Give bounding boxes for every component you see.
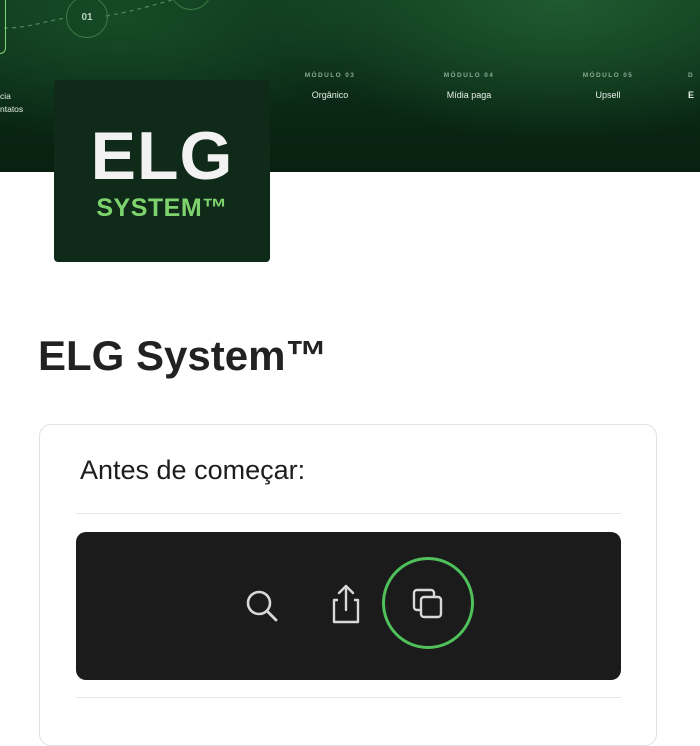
highlight-ring — [382, 557, 474, 649]
module-label: MÓDULO 03 — [304, 72, 356, 79]
logo-sub-text: SYSTEM™ — [96, 193, 228, 222]
left-caption: cia ntatos — [0, 90, 23, 116]
module-03: MÓDULO 03 Orgânico — [270, 72, 390, 100]
module-06: D E — [688, 72, 700, 100]
module-name: Orgânico — [311, 90, 349, 100]
left-caption-line2: ntatos — [0, 104, 24, 114]
module-name: E — [688, 90, 695, 100]
module-name: Mídia paga — [446, 90, 492, 100]
divider — [76, 697, 621, 698]
course-logo: ELG SYSTEM™ — [54, 80, 270, 262]
instruction-image — [76, 532, 621, 680]
module-label: MÓDULO 04 — [443, 72, 495, 79]
module-marker-box — [0, 0, 6, 54]
module-label: D — [688, 72, 695, 79]
module-label: MÓDULO 05 — [582, 72, 634, 79]
module-04: MÓDULO 04 Mídia paga — [409, 72, 529, 100]
page-title: ELG System™ — [38, 332, 328, 379]
card-heading: Antes de começar: — [80, 455, 306, 485]
divider — [76, 513, 621, 514]
share-icon[interactable] — [324, 580, 368, 628]
logo-main-text: ELG — [90, 117, 234, 194]
module-name: Upsell — [595, 90, 621, 100]
search-icon[interactable] — [240, 584, 284, 628]
module-05: MÓDULO 05 Upsell — [548, 72, 668, 100]
lesson-card: Antes de começar: — [39, 424, 657, 746]
left-caption-line1: cia — [0, 91, 11, 101]
